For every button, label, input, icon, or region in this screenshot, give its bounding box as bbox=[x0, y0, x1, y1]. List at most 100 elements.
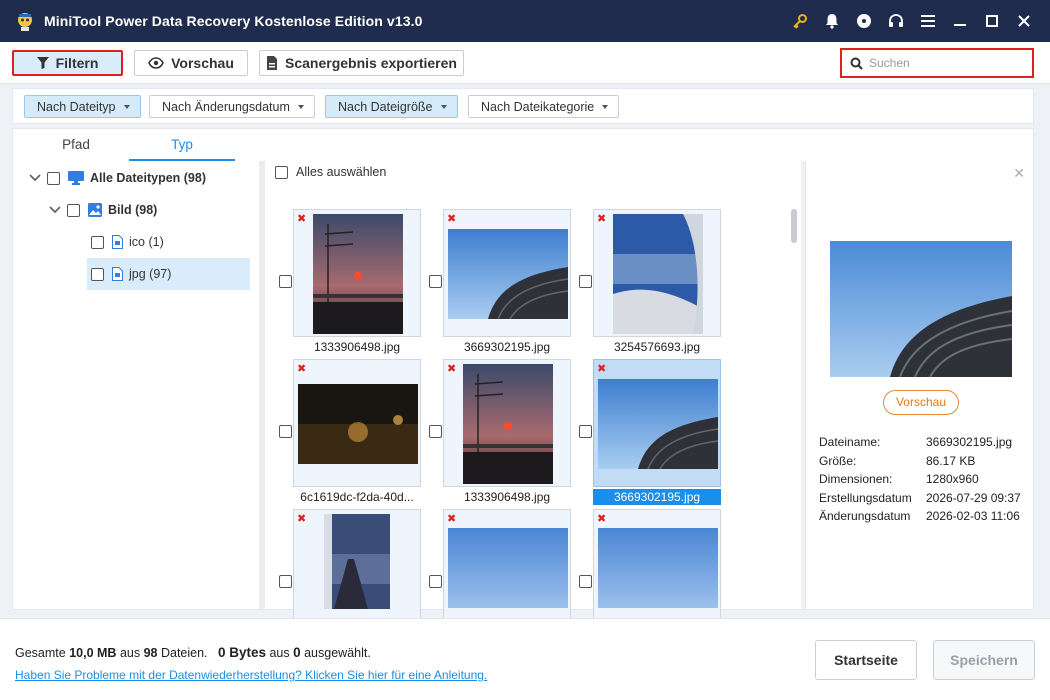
filter-chip-label: Nach Dateikategorie bbox=[481, 99, 595, 114]
chevron-down-icon[interactable] bbox=[29, 172, 41, 184]
info-key: Erstellungsdatum bbox=[819, 490, 912, 505]
file-type-tree: Alle Dateitypen (98) Bild (98) ico (1) j… bbox=[13, 161, 265, 609]
checkbox[interactable] bbox=[67, 203, 80, 217]
save-button[interactable]: Speichern bbox=[933, 640, 1035, 680]
info-row: Dateiname: 3669302195.jpg bbox=[819, 433, 1029, 452]
filter-by-filesize[interactable]: Nach Dateigröße bbox=[325, 95, 458, 118]
file-thumbnail[interactable]: ✖ bbox=[293, 359, 421, 487]
file-tile[interactable]: ✖ 3669302195.jpg bbox=[579, 359, 721, 505]
info-row: Änderungsdatum 2026-02-03 11:06 bbox=[819, 507, 1029, 526]
chevron-down-icon[interactable] bbox=[49, 204, 61, 216]
thumbnail-image bbox=[463, 364, 553, 484]
thumbnail-image bbox=[598, 379, 718, 469]
filter-by-modified-date[interactable]: Nach Änderungsdatum bbox=[149, 95, 315, 118]
filter-chip-label: Nach Dateityp bbox=[37, 99, 116, 114]
select-all-checkbox[interactable] bbox=[275, 165, 288, 179]
deleted-marker-icon: ✖ bbox=[297, 213, 307, 225]
deleted-marker-icon: ✖ bbox=[447, 513, 457, 525]
file-tile[interactable]: ✖ 1333906498.jpg bbox=[429, 359, 571, 504]
filter-chip-label: Nach Dateigröße bbox=[338, 99, 433, 114]
summary-text: aus bbox=[269, 646, 290, 660]
file-checkbox[interactable] bbox=[279, 425, 292, 438]
tree-label: Alle Dateitypen (98) bbox=[90, 171, 207, 185]
export-scan-button[interactable]: Scanergebnis exportieren bbox=[259, 50, 464, 76]
tab-path[interactable]: Pfad bbox=[23, 129, 129, 161]
file-checkbox[interactable] bbox=[579, 575, 592, 588]
file-checkbox[interactable] bbox=[279, 275, 292, 288]
menu-icon[interactable] bbox=[912, 0, 944, 42]
search-box[interactable] bbox=[840, 48, 1034, 78]
headset-icon[interactable] bbox=[880, 0, 912, 42]
help-link[interactable]: Haben Sie Probleme mit der Datenwiederhe… bbox=[15, 668, 487, 682]
eye-icon bbox=[148, 57, 165, 69]
info-value: 3669302195.jpg bbox=[925, 435, 1013, 449]
summary-selected-size: 0 Bytes bbox=[217, 645, 266, 660]
file-thumbnail[interactable]: ✖ bbox=[593, 359, 721, 487]
file-checkbox[interactable] bbox=[579, 425, 592, 438]
deleted-marker-icon: ✖ bbox=[597, 513, 607, 525]
search-icon bbox=[850, 57, 863, 70]
summary-selected-count: 0 bbox=[293, 645, 301, 660]
file-checkbox[interactable] bbox=[429, 575, 442, 588]
file-checkbox[interactable] bbox=[579, 275, 592, 288]
summary-text: aus bbox=[119, 646, 141, 660]
file-checkbox[interactable] bbox=[279, 575, 292, 588]
tree-item-ico[interactable]: ico (1) bbox=[87, 227, 249, 257]
app-title: MiniTool Power Data Recovery Kostenlose … bbox=[44, 13, 423, 29]
key-icon[interactable] bbox=[784, 0, 816, 42]
thumbnail-image bbox=[448, 229, 568, 319]
thumbnail-image bbox=[613, 214, 703, 334]
filter-by-filetype[interactable]: Nach Dateityp bbox=[24, 95, 141, 118]
info-value: 2026-02-03 11:06 bbox=[925, 509, 1020, 524]
preview-button[interactable]: Vorschau bbox=[134, 50, 248, 76]
deleted-marker-icon: ✖ bbox=[447, 363, 457, 375]
disc-icon[interactable] bbox=[848, 0, 880, 42]
checkbox[interactable] bbox=[47, 171, 60, 185]
file-name: 1333906498.jpg bbox=[463, 490, 551, 504]
minimize-icon[interactable] bbox=[944, 0, 976, 42]
info-value: 1280x960 bbox=[925, 472, 979, 487]
bell-icon[interactable] bbox=[816, 0, 848, 42]
app-logo-icon bbox=[14, 10, 36, 32]
scrollbar-thumb[interactable] bbox=[791, 209, 797, 243]
file-thumbnail[interactable]: ✖ bbox=[293, 209, 421, 337]
export-file-icon bbox=[267, 56, 278, 70]
tree-item-all-types[interactable]: Alle Dateitypen (98) bbox=[29, 163, 259, 193]
checkbox[interactable] bbox=[91, 235, 104, 249]
title-bar: MiniTool Power Data Recovery Kostenlose … bbox=[0, 0, 1050, 42]
maximize-icon[interactable] bbox=[976, 0, 1008, 42]
checkbox[interactable] bbox=[91, 267, 104, 281]
filter-button[interactable]: Filtern bbox=[12, 50, 123, 76]
info-key: Größe: bbox=[819, 453, 857, 468]
close-preview-icon[interactable]: ✕ bbox=[1013, 165, 1025, 182]
filter-by-category[interactable]: Nach Dateikategorie bbox=[468, 95, 620, 118]
file-tile[interactable]: ✖ 3254576693.jpg bbox=[579, 209, 721, 354]
tree-label: jpg (97) bbox=[129, 267, 172, 281]
file-tile[interactable]: ✖ 1333906498.jpg bbox=[279, 209, 421, 354]
filter-button-label: Filtern bbox=[55, 55, 99, 71]
file-checkbox[interactable] bbox=[429, 275, 442, 288]
file-tile[interactable]: ✖ 3669302195.jpg bbox=[429, 209, 571, 354]
file-thumbnail[interactable]: ✖ bbox=[593, 209, 721, 337]
info-row: Erstellungsdatum 2026-07-29 09:37 bbox=[819, 489, 1029, 508]
image-icon bbox=[88, 203, 102, 217]
select-all[interactable]: Alles auswählen bbox=[275, 165, 386, 179]
home-button[interactable]: Startseite bbox=[815, 640, 917, 680]
file-tile[interactable]: ✖ 6c1619dc-f2da-40d... bbox=[279, 359, 421, 504]
tree-item-jpg[interactable]: jpg (97) bbox=[87, 258, 250, 290]
file-thumbnail[interactable]: ✖ bbox=[443, 359, 571, 487]
file-thumbnail[interactable]: ✖ bbox=[443, 209, 571, 337]
deleted-marker-icon: ✖ bbox=[597, 363, 607, 375]
close-icon[interactable] bbox=[1008, 0, 1040, 42]
preview-open-button[interactable]: Vorschau bbox=[883, 390, 959, 415]
search-input[interactable] bbox=[869, 56, 1019, 70]
filter-icon bbox=[36, 57, 49, 69]
file-checkbox[interactable] bbox=[429, 425, 442, 438]
file-name: 3669302195.jpg bbox=[463, 340, 551, 354]
tree-item-image[interactable]: Bild (98) bbox=[49, 195, 259, 225]
summary-text: Gesamte bbox=[15, 646, 66, 660]
file-name: 3254576693.jpg bbox=[613, 340, 701, 354]
main-panel: Pfad Typ Alle Dateitypen (98) Bild (98) … bbox=[12, 128, 1034, 637]
tab-type[interactable]: Typ bbox=[129, 129, 235, 161]
caret-down-icon bbox=[602, 104, 609, 109]
